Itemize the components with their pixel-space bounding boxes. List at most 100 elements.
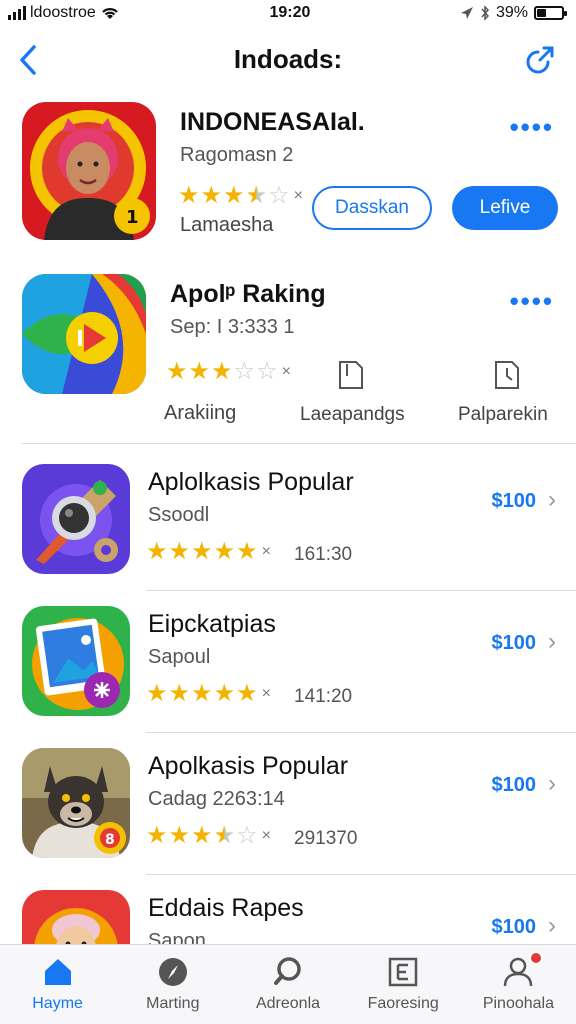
app-meta: 291370 xyxy=(294,828,358,849)
news-icon xyxy=(388,957,418,987)
rating-more-icon: × xyxy=(261,827,271,844)
rating-more-icon: × xyxy=(261,685,271,702)
rating-stars: ★ ★ ★ ★ ☆ × xyxy=(178,184,303,208)
outline-action-button[interactable]: Dasskan xyxy=(312,186,432,230)
tab-home[interactable]: Hayme xyxy=(0,945,115,1024)
status-left: ldoostroe xyxy=(8,4,120,22)
star-full-icon: ★ xyxy=(146,538,168,565)
status-bar: ldoostroe 19:20 39% xyxy=(0,0,576,26)
star-full-icon: ★ xyxy=(146,822,168,849)
star-full-icon: ★ xyxy=(236,680,258,707)
rating-more-icon: × xyxy=(281,363,291,380)
share-icon[interactable] xyxy=(522,42,558,78)
tab-search[interactable]: Adreonla xyxy=(230,945,345,1024)
featured-app-2[interactable]: Apolᵖ Raking Sep: I 3:333 1 •••• ★ ★ ★ ☆ ☆ × … xyxy=(0,272,576,432)
photo-frame-icon xyxy=(22,606,130,716)
star-full-icon: ★ xyxy=(213,680,236,707)
tab-label: Marting xyxy=(146,995,200,1012)
home-icon xyxy=(44,959,71,985)
rating-stars: ★ ★ ★ ★ ☆ × xyxy=(146,824,271,848)
price-button[interactable]: $100 xyxy=(492,632,537,655)
row-divider xyxy=(146,590,576,591)
more-options-button[interactable]: •••• xyxy=(510,112,554,143)
list-item[interactable]: Eipckatpias Sapoul ★ ★ ★ ★ ★ × 141:20 $100 › xyxy=(0,606,576,736)
person-avatar-icon xyxy=(22,890,130,944)
star-half-icon: ★ xyxy=(213,822,236,849)
app-meta: 141:20 xyxy=(294,686,353,707)
more-options-button[interactable]: •••• xyxy=(510,286,554,317)
star-full-icon: ★ xyxy=(168,538,191,565)
action-label: Laeapandgs xyxy=(300,404,405,425)
chevron-right-icon: › xyxy=(548,628,556,655)
row-divider xyxy=(146,874,576,875)
tab-profile[interactable]: Pinoohala xyxy=(461,945,576,1024)
featured-subtitle: Sep: I 3:333 1 xyxy=(170,316,295,338)
star-empty-icon: ☆ xyxy=(233,358,256,385)
app-title: Apolkasis Popular xyxy=(148,752,349,780)
bluetooth-icon xyxy=(481,5,489,21)
app-subtitle: Sapon xyxy=(148,930,206,944)
price-button[interactable]: $100 xyxy=(492,916,537,939)
chevron-right-icon: › xyxy=(548,486,556,513)
document-icon[interactable] xyxy=(334,358,368,392)
star-full-icon: ★ xyxy=(200,182,223,209)
notification-badge xyxy=(529,951,544,965)
star-full-icon: ★ xyxy=(178,182,200,209)
app-title: Aplolkasis Popular xyxy=(148,468,354,496)
battery-icon xyxy=(534,6,567,20)
app-icon-woman-avatar: 1 xyxy=(22,102,156,240)
section-divider xyxy=(22,443,576,444)
location-arrow-icon xyxy=(460,7,473,19)
wifi-icon xyxy=(102,8,118,19)
list-item[interactable]: 8 Apolkasis Popular Cadag 2263:14 ★ ★ ★ ★ ☆ ×… xyxy=(0,748,576,878)
star-empty-icon: ☆ xyxy=(256,358,278,385)
star-full-icon: ★ xyxy=(166,358,188,385)
search-icon xyxy=(274,957,301,985)
tab-label: Pinoohala xyxy=(482,995,554,1012)
app-subtitle: Cadag 2263:14 xyxy=(148,788,285,810)
app-subtitle: Sapoul xyxy=(148,646,211,668)
page-title: Indoads: xyxy=(233,44,343,74)
svg-text:1: 1 xyxy=(126,207,139,228)
star-half-icon: ★ xyxy=(245,182,268,209)
star-full-icon: ★ xyxy=(168,680,191,707)
battery-fill xyxy=(537,9,546,17)
price-button[interactable]: $100 xyxy=(492,774,537,797)
app-subtitle: Ssoodl xyxy=(148,504,210,526)
tab-label: Adreonla xyxy=(255,995,321,1012)
star-full-icon: ★ xyxy=(191,680,213,707)
tab-news[interactable]: Faoresing xyxy=(346,945,461,1024)
star-full-icon: ★ xyxy=(146,680,168,707)
star-full-icon: ★ xyxy=(191,822,213,849)
nav-bar: Indoads: xyxy=(0,34,576,86)
app-title: Eipckatpias xyxy=(148,610,276,638)
star-full-icon: ★ xyxy=(223,182,245,209)
tab-bar: Hayme Marting Adreonla Faoresing Pinooha… xyxy=(0,944,576,1024)
price-button[interactable]: $100 xyxy=(492,490,537,513)
star-empty-icon: ☆ xyxy=(268,182,290,209)
primary-action-button[interactable]: Lefive xyxy=(452,186,558,230)
featured-app-1[interactable]: 1 INDONEASAIal. Ragomasn 2 •••• ★ ★ ★ ★ ☆ × L… xyxy=(0,100,576,246)
featured-subtitle: Ragomasn 2 xyxy=(180,144,294,166)
chevron-right-icon: › xyxy=(548,770,556,797)
rating-more-icon: × xyxy=(293,187,303,204)
star-full-icon: ★ xyxy=(191,538,213,565)
star-full-icon: ★ xyxy=(236,538,258,565)
star-full-icon: ★ xyxy=(213,538,236,565)
clock-document-icon[interactable] xyxy=(490,358,524,392)
star-full-icon: ★ xyxy=(188,358,211,385)
dog-avatar-icon: 8 xyxy=(22,748,130,858)
chevron-right-icon: › xyxy=(548,912,556,939)
rating-stars: ★ ★ ★ ★ ★ × xyxy=(146,682,271,706)
app-icon-play-swirl xyxy=(22,274,146,394)
rating-stars: ★ ★ ★ ★ ★ × xyxy=(146,540,271,564)
tab-marting[interactable]: Marting xyxy=(115,945,230,1024)
list-item[interactable]: Aplolkasis Popular Ssoodl ★ ★ ★ ★ ★ × 161:30 … xyxy=(0,464,576,594)
list-item[interactable]: Eddais Rapes Sapon $100 › xyxy=(0,890,576,944)
signal-icon xyxy=(8,6,26,20)
featured-title: Apolᵖ Raking xyxy=(170,280,326,308)
compass-icon xyxy=(158,958,187,986)
app-meta: 161:30 xyxy=(294,544,353,565)
featured-title: INDONEASAIal. xyxy=(180,108,365,136)
rating-label: Lamaesha xyxy=(180,214,274,236)
